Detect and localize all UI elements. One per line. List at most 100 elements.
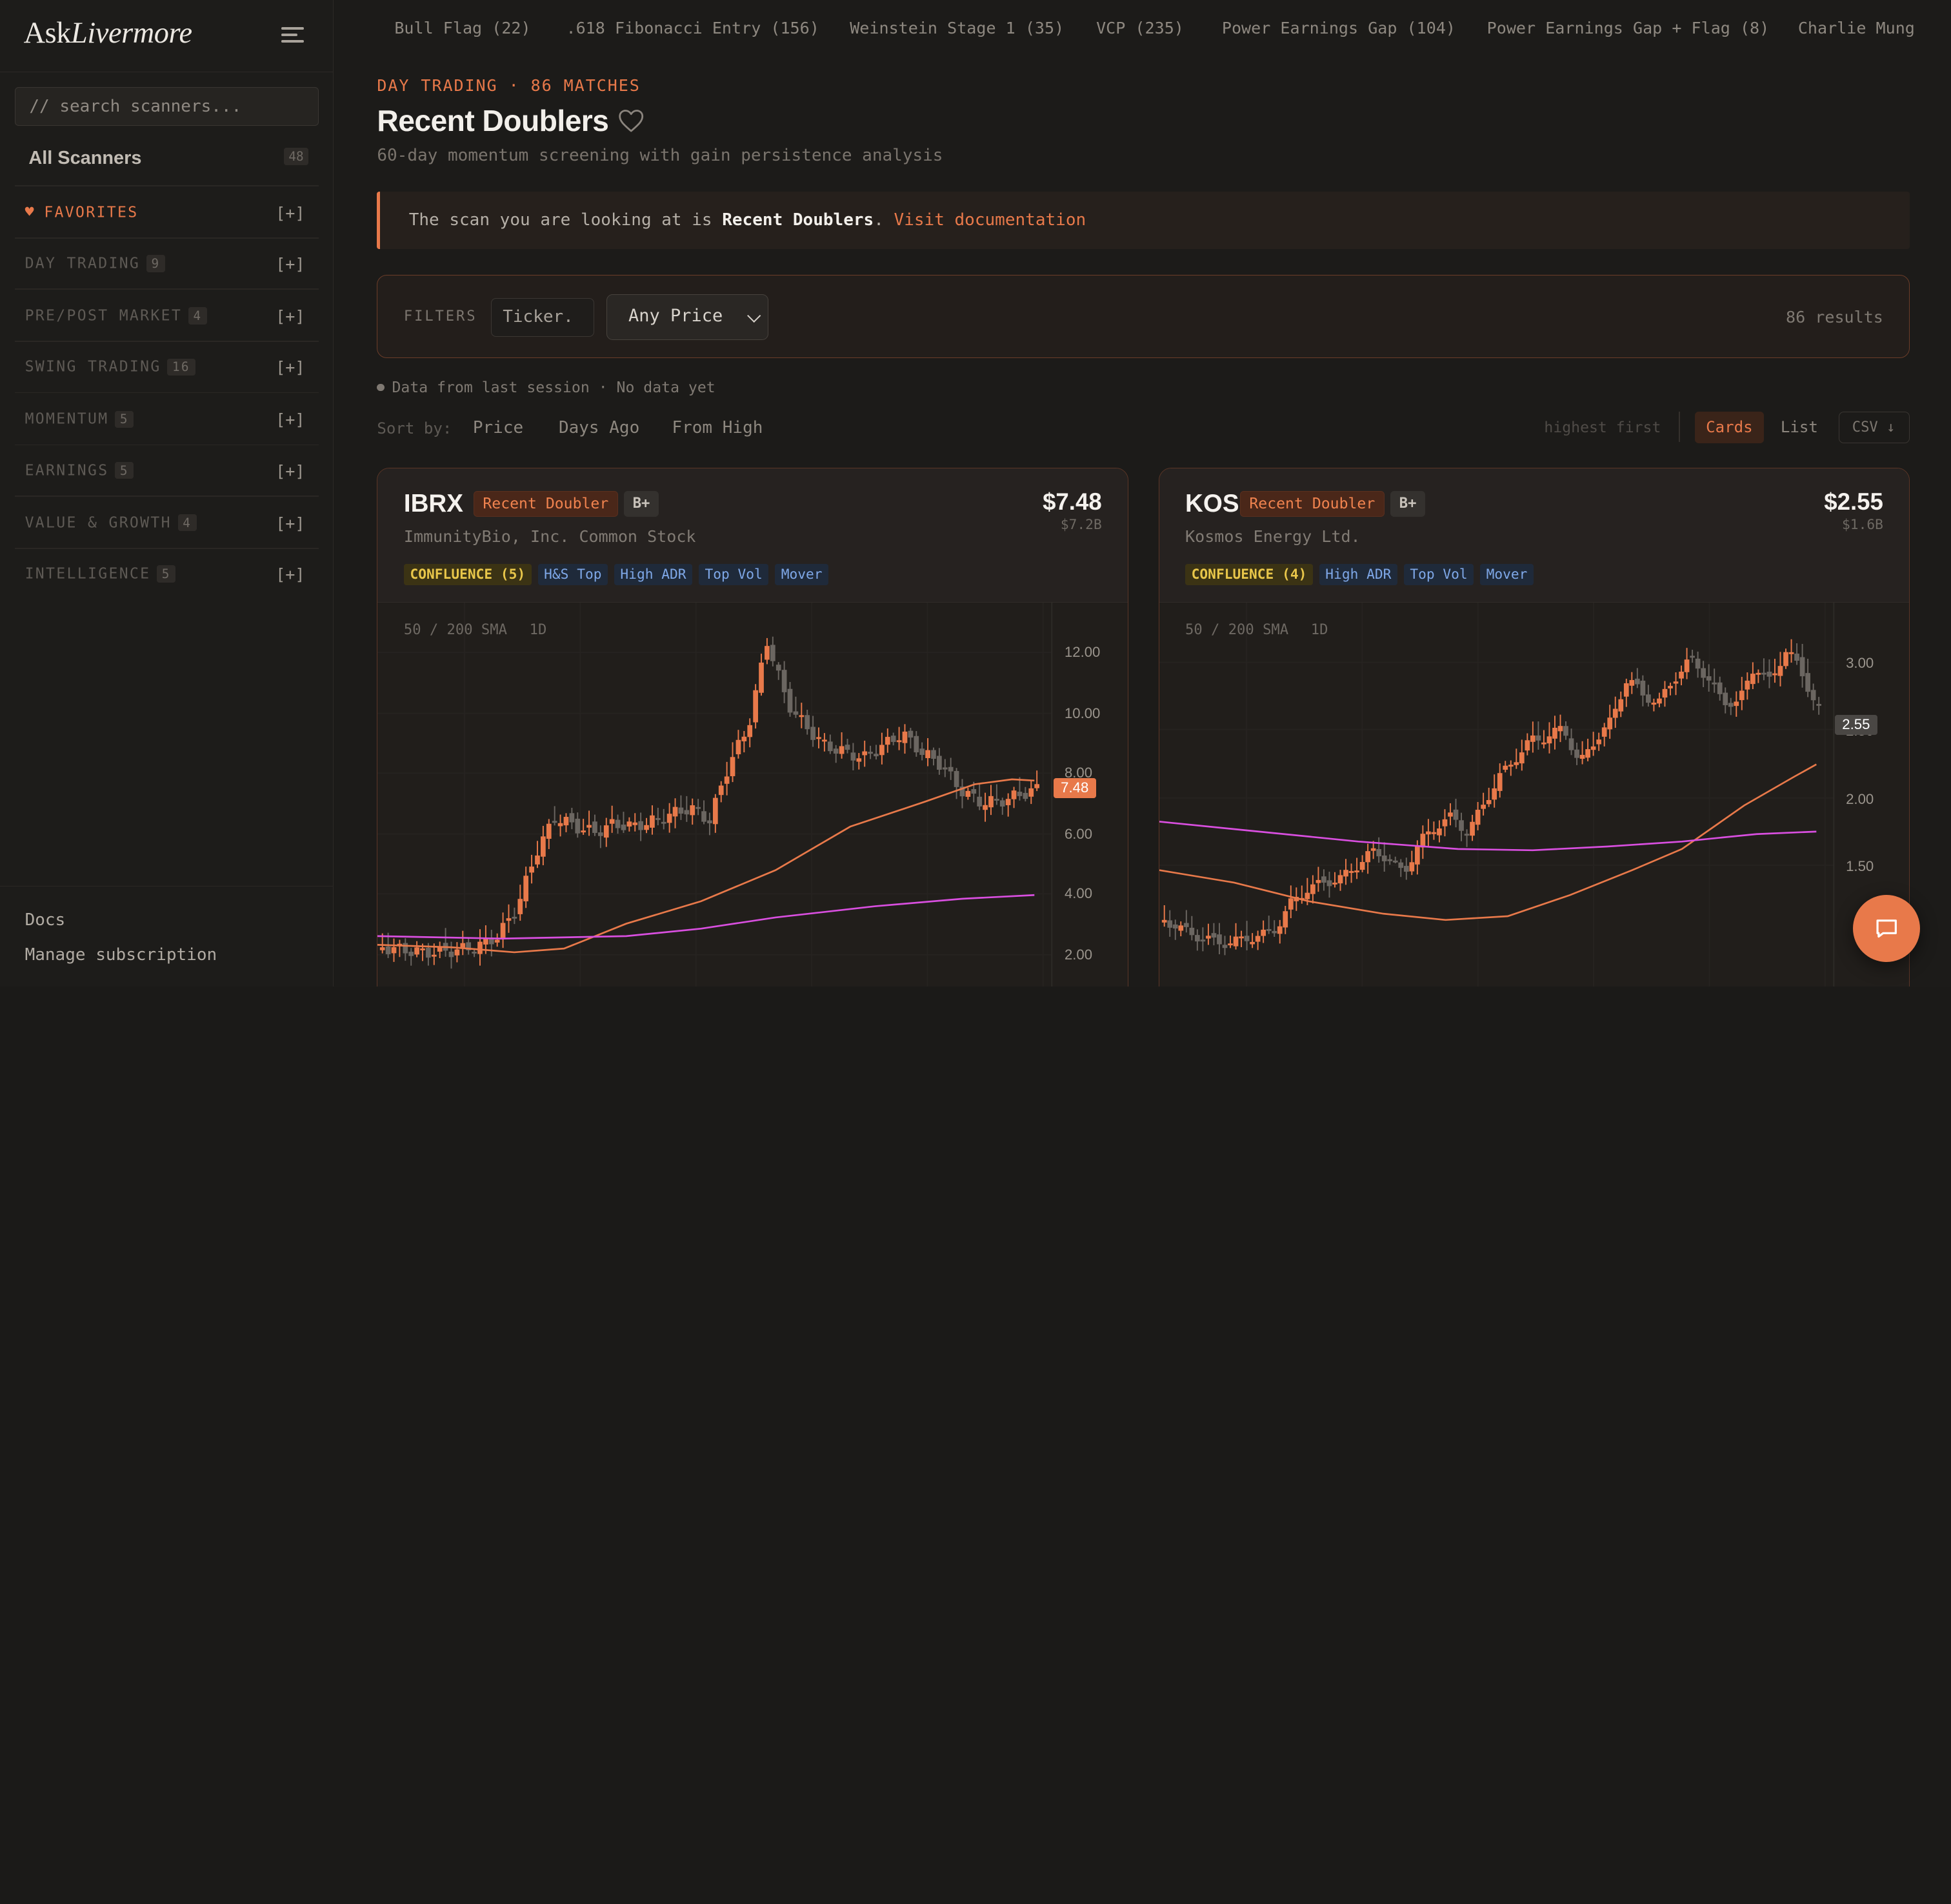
price-chart[interactable]: 50 / 200 SMA1D 3.00 2.50 2.00 1.50 2.55: [1159, 603, 1910, 987]
scanner-chip[interactable]: Power Earnings Gap (104): [1222, 19, 1456, 37]
sidebar-item-swing-trading[interactable]: SWING TRADING 16 [+]: [25, 358, 305, 383]
candle-body: [1678, 672, 1684, 679]
view-list-button[interactable]: List: [1769, 412, 1829, 443]
scanner-chip[interactable]: Power Earnings Gap + Flag (8): [1487, 19, 1770, 37]
candle-body: [610, 819, 615, 825]
manage-subscription-link[interactable]: Manage subscription: [25, 945, 217, 965]
sidebar-item-favorites[interactable]: ♥ FAVORITES [+]: [25, 204, 305, 229]
scanner-chip[interactable]: Weinstein Stage 1 (35): [850, 19, 1064, 37]
view-cards-button[interactable]: Cards: [1694, 412, 1764, 443]
sidebar-divider: [15, 444, 319, 446]
sidebar-item-pre-post-market[interactable]: PRE/POST MARKET 4 [+]: [25, 307, 305, 332]
scanner-chip[interactable]: Bull Flag (22): [394, 19, 530, 37]
candle-body: [454, 949, 460, 956]
category-expand-button[interactable]: [+]: [275, 514, 305, 533]
sort-option-price[interactable]: Price: [473, 418, 523, 437]
category-expand-button[interactable]: [+]: [275, 358, 305, 377]
price-select[interactable]: Any Price: [606, 294, 768, 341]
candle-body: [1227, 943, 1233, 946]
category-expand-button[interactable]: [+]: [275, 565, 305, 584]
sidebar-item-earnings[interactable]: EARNINGS 5 [+]: [25, 462, 305, 487]
sidebar-item-day-trading[interactable]: DAY TRADING 9 [+]: [25, 255, 305, 280]
candle-body: [1546, 736, 1552, 744]
sort-order-toggle[interactable]: highest first: [1544, 419, 1661, 436]
scanner-search-input[interactable]: // search scanners...: [15, 87, 319, 126]
sort-option-days-ago[interactable]: Days Ago: [559, 418, 639, 437]
candle-body: [650, 816, 655, 828]
candle-body: [897, 740, 902, 743]
scanner-chip[interactable]: Charlie Mung: [1798, 19, 1915, 37]
candle-body: [1348, 871, 1354, 874]
status-dot-icon: [377, 383, 385, 392]
y-tick-label: 3.00: [1846, 655, 1874, 672]
candle-body: [1172, 925, 1178, 929]
y-tick-label: 12.00: [1064, 644, 1101, 661]
candle-body: [1695, 659, 1700, 669]
candle-body: [891, 736, 896, 743]
candle-body: [839, 746, 845, 754]
scanner-chip[interactable]: .618 Fibonacci Entry (156): [566, 19, 819, 37]
csv-export-button[interactable]: CSV ↓: [1839, 412, 1910, 443]
app-logo[interactable]: AskLivermore: [24, 16, 192, 50]
scanner-badge: Recent Doubler: [473, 490, 618, 517]
page-kicker: DAY TRADING · 86 MATCHES: [377, 75, 641, 95]
ticker-input[interactable]: Ticker.: [490, 297, 594, 337]
candle-body: [805, 715, 810, 730]
candle-body: [1557, 726, 1563, 732]
card-header: IBRX Recent Doubler B+ $7.48 $7.2B Immun…: [377, 468, 1128, 603]
candle-body: [908, 731, 914, 738]
candle-body: [1255, 936, 1261, 942]
heart-outline-icon[interactable]: [617, 108, 645, 134]
timeframe-label: 1D: [529, 621, 547, 639]
candle-body: [1475, 810, 1480, 825]
category-label: SWING TRADING: [25, 358, 161, 376]
candle-body: [914, 736, 919, 753]
sidebar-divider: [15, 392, 319, 394]
candle-body: [1684, 659, 1689, 673]
candle-body: [1282, 911, 1288, 928]
signal-tag: High ADR: [614, 564, 693, 585]
price-chart[interactable]: 50 / 200 SMA 1D 12.00 10.00 8.00 6.00 4.0…: [377, 603, 1128, 987]
category-expand-button[interactable]: [+]: [275, 307, 305, 326]
documentation-link[interactable]: Visit documentation: [894, 210, 1086, 230]
docs-link[interactable]: Docs: [25, 910, 66, 930]
candle-body: [1222, 945, 1227, 948]
candle-body: [931, 750, 937, 759]
category-expand-button[interactable]: [+]: [275, 410, 305, 429]
candle-body: [1161, 920, 1167, 923]
candle-body: [735, 740, 741, 755]
candle-body: [1634, 679, 1640, 685]
candle-body: [1590, 747, 1596, 750]
scanner-chip[interactable]: VCP (235): [1096, 19, 1184, 37]
favorites-add-button[interactable]: [+]: [275, 204, 305, 223]
candle-body: [713, 798, 719, 825]
sort-option-from-high[interactable]: From High: [672, 418, 763, 437]
candle-body: [1525, 740, 1530, 751]
stock-card-ibrx[interactable]: IBRX Recent Doubler B+ $7.48 $7.2B Immun…: [377, 468, 1129, 987]
notice-dot: .: [874, 210, 884, 230]
stock-card-kos[interactable]: KOS Recent Doubler B+ $2.55 $1.6B Kosmos…: [1158, 468, 1910, 987]
candle-body: [937, 756, 943, 770]
candle-body: [1442, 819, 1447, 827]
sidebar-item-value-growth[interactable]: VALUE & GROWTH 4 [+]: [25, 514, 305, 539]
sidebar-item-momentum[interactable]: MOMENTUM 5 [+]: [25, 410, 305, 436]
hamburger-menu-icon[interactable]: [281, 25, 304, 45]
candle-body: [1761, 673, 1766, 675]
card-tags: CONFLUENCE (4) High ADR Top Vol Mover: [1185, 561, 1540, 585]
sidebar-item-all-scanners[interactable]: All Scanners 48: [28, 146, 309, 171]
chat-bubble-icon[interactable]: [1852, 894, 1920, 962]
category-expand-button[interactable]: [+]: [275, 255, 305, 274]
candle-body: [856, 758, 862, 762]
candle-body: [558, 823, 563, 827]
sma200-line: [377, 894, 1035, 940]
candle-body: [1750, 674, 1756, 685]
sma-label: 50 / 200 SMA: [403, 621, 507, 639]
candle-body: [874, 754, 879, 757]
candle-body: [919, 748, 925, 756]
candle-body: [925, 750, 931, 759]
grade-badge: B+: [1390, 490, 1425, 517]
category-expand-button[interactable]: [+]: [275, 462, 305, 481]
candle-body: [1530, 736, 1536, 743]
candle-body: [1183, 923, 1189, 928]
sidebar-item-intelligence[interactable]: INTELLIGENCE 5 [+]: [25, 565, 305, 590]
